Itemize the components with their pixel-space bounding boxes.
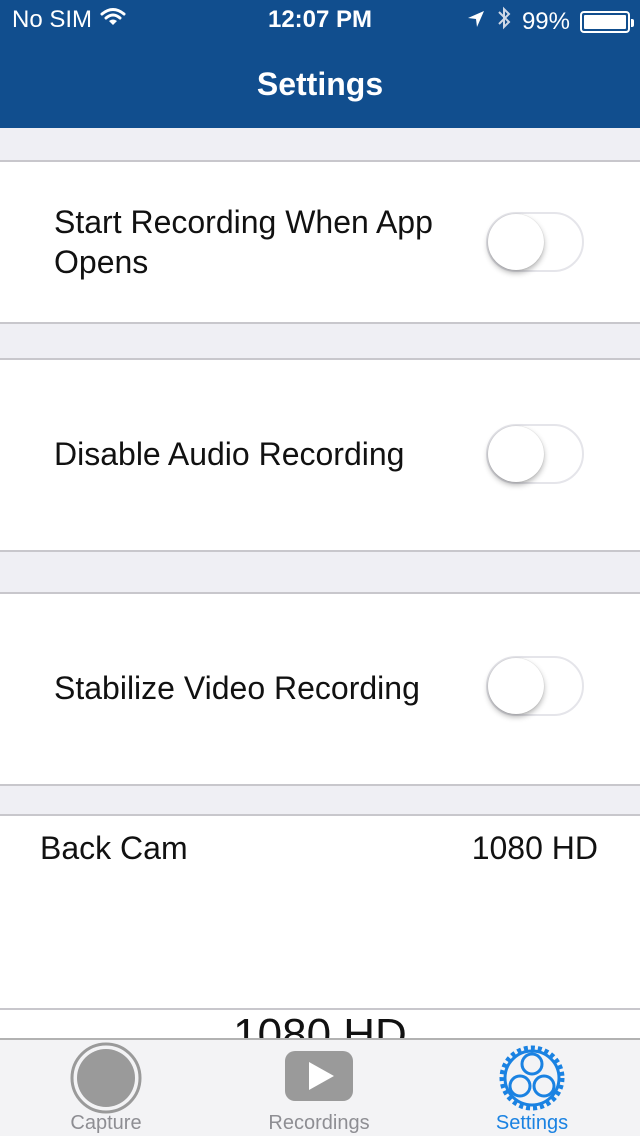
battery-level [584,14,626,29]
battery-percent: 99% [521,7,570,35]
tab-label: Capture [70,1112,142,1134]
setting-row-stabilize-video: Stabilize Video Recording [0,592,640,786]
play-icon [284,1050,354,1107]
setting-label: Start Recording When App Opens [54,202,433,282]
status-right: 99% [466,6,634,37]
disable-audio-toggle[interactable] [486,424,584,484]
battery-icon [580,10,634,33]
tab-settings[interactable]: Settings [466,1040,598,1136]
start-recording-toggle[interactable] [486,212,584,272]
gear-icon [496,1042,568,1119]
capture-icon [70,1042,142,1119]
stabilize-video-toggle[interactable] [486,656,584,716]
tab-bar: Capture Recordings Settings [0,1038,640,1136]
tab-capture[interactable]: Capture [32,1040,180,1136]
location-arrow-icon [466,8,486,36]
toggle-knob [488,214,544,270]
back-cam-value: 1080 HD [471,830,598,866]
setting-row-disable-audio: Disable Audio Recording [0,358,640,552]
setting-label-line2: Opens [54,244,149,280]
setting-label-line1: Start Recording When App [54,204,433,240]
tab-label: Settings [495,1112,569,1134]
setting-label: Disable Audio Recording [54,436,405,472]
tab-label: Recordings [268,1112,370,1134]
back-cam-row[interactable]: Back Cam 1080 HD [0,814,640,1010]
page-title: Settings [256,66,384,102]
setting-label: Stabilize Video Recording [54,670,420,706]
picker-option: 1080 HD [233,1010,407,1040]
bluetooth-icon [496,6,512,37]
setting-row-start-recording: Start Recording When App Opens [0,160,640,324]
resolution-picker[interactable]: 1080 HD [0,1010,640,1040]
tab-recordings[interactable]: Recordings [244,1040,394,1136]
back-cam-label: Back Cam [40,830,188,866]
status-bar: No SIM 12:07 PM 99% [0,0,640,40]
navigation-header: No SIM 12:07 PM 99% Settings [0,0,640,128]
toggle-knob [488,658,544,714]
toggle-knob [488,426,544,482]
